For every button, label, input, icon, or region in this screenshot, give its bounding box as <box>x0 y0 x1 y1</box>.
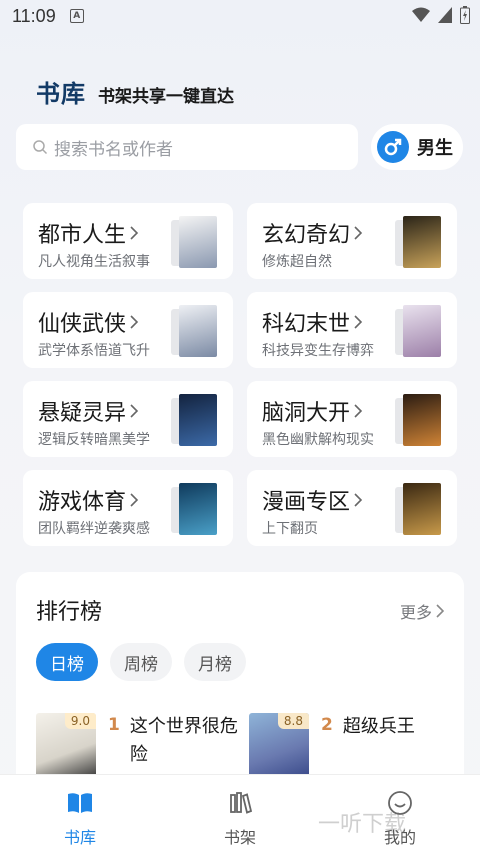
category-title: 科幻末世 <box>262 306 363 338</box>
chevron-right-icon <box>130 315 139 329</box>
category-cover <box>395 305 441 357</box>
category-title: 玄幻奇幻 <box>262 217 363 249</box>
wifi-icon <box>412 7 430 22</box>
search-placeholder: 搜索书名或作者 <box>54 139 173 160</box>
status-bar: 11:09 A <box>0 0 480 32</box>
book-title: 这个世界很危险 <box>129 716 238 765</box>
chevron-right-icon <box>130 493 139 507</box>
category-title: 都市人生 <box>38 217 139 249</box>
nav-label: 书架 <box>223 828 256 847</box>
category-cover <box>171 305 217 357</box>
category-cover <box>171 483 217 535</box>
category-card[interactable]: 仙侠武侠武学体系悟道飞升 <box>23 292 233 368</box>
book-rank-number: 1 <box>108 715 120 735</box>
book-rank-number: 2 <box>321 715 333 735</box>
category-title-text: 漫画专区 <box>262 490 351 515</box>
category-description: 逻辑反转暗黑美学 <box>38 432 150 448</box>
nav-item-library[interactable]: 书库 <box>0 775 160 854</box>
chevron-right-icon <box>354 493 363 507</box>
category-title-text: 科幻末世 <box>262 312 351 337</box>
category-card[interactable]: 都市人生凡人视角生活叙事 <box>23 203 233 279</box>
category-title-text: 脑洞大开 <box>262 401 351 426</box>
book-score: 9.0 <box>64 713 96 729</box>
book-cover <box>179 394 217 446</box>
category-description: 上下翻页 <box>262 521 318 537</box>
battery-icon <box>460 6 470 24</box>
category-title-text: 都市人生 <box>38 223 127 248</box>
page-subtitle: 书架共享一键直达 <box>98 87 234 107</box>
category-title-text: 游戏体育 <box>38 490 127 515</box>
category-cover <box>171 216 217 268</box>
search-input[interactable]: 搜索书名或作者 <box>16 124 358 170</box>
category-card[interactable]: 漫画专区 上下翻页 <box>247 470 457 546</box>
category-card[interactable]: 玄幻奇幻 修炼超自然 <box>247 203 457 279</box>
category-title: 脑洞大开 <box>262 395 363 427</box>
category-card[interactable]: 科幻末世科技异变生存博弈 <box>247 292 457 368</box>
book-cover <box>403 305 441 357</box>
tab-weekly[interactable]: 周榜 <box>110 643 172 681</box>
tab-daily[interactable]: 日榜 <box>36 643 98 681</box>
chevron-right-icon <box>354 315 363 329</box>
category-title-text: 仙侠武侠 <box>38 312 127 337</box>
category-title: 悬疑灵异 <box>38 395 139 427</box>
category-title-text: 玄幻奇幻 <box>262 223 351 248</box>
male-symbol-icon <box>377 131 409 163</box>
book-cover <box>403 216 441 268</box>
ranking-more-label: 更多 <box>399 603 432 622</box>
book-title: 超级兵王 <box>342 716 415 737</box>
book-cover <box>403 394 441 446</box>
ranking-title: 排行榜 <box>36 600 103 625</box>
nav-label: 书库 <box>63 828 96 847</box>
chevron-right-icon <box>436 604 444 618</box>
book-cover <box>179 305 217 357</box>
open-book-icon <box>68 793 92 813</box>
ranking-book-2[interactable]: 8.8 2 超级兵王 <box>249 713 453 777</box>
book-cover <box>179 216 217 268</box>
category-description: 黑色幽默解构现实 <box>262 432 374 448</box>
chevron-right-icon <box>130 226 139 240</box>
category-description: 科技异变生存博弈 <box>262 343 374 359</box>
ranking-book-1[interactable]: 9.0 1 这个世界很危险 <box>36 713 240 777</box>
category-cover <box>395 216 441 268</box>
category-title: 游戏体育 <box>38 484 139 516</box>
page-header: 书库 书架共享一键直达 <box>36 74 234 109</box>
bookshelf-icon <box>230 792 253 814</box>
category-description: 团队羁绊逆袭爽感 <box>38 521 150 537</box>
category-title: 仙侠武侠 <box>38 306 139 338</box>
chevron-right-icon <box>354 226 363 240</box>
nav-item-bookshelf[interactable]: 书架 <box>160 775 320 854</box>
status-time: 11:09 <box>12 5 56 26</box>
category-cover <box>395 483 441 535</box>
tab-monthly[interactable]: 月榜 <box>184 643 246 681</box>
book-cover <box>179 483 217 535</box>
category-title: 漫画专区 <box>262 484 363 516</box>
notification-icon: A <box>69 9 84 23</box>
status-icons <box>412 6 470 24</box>
chevron-right-icon <box>354 404 363 418</box>
gender-label: 男生 <box>417 138 453 159</box>
ranking-tabs: 日榜 周榜 月榜 <box>36 643 246 681</box>
bottom-navigation: 书库 书架 我的 <box>0 774 480 854</box>
category-title-text: 悬疑灵异 <box>38 401 127 426</box>
category-description: 武学体系悟道飞升 <box>38 343 150 359</box>
signal-icon <box>438 7 452 23</box>
category-description: 凡人视角生活叙事 <box>38 254 150 270</box>
book-score: 8.8 <box>277 713 309 729</box>
ranking-more-link[interactable]: 更多 <box>400 599 444 623</box>
category-description: 修炼超自然 <box>262 254 332 270</box>
watermark-text: 一听下载 <box>318 812 407 837</box>
gender-toggle-button[interactable]: 男生 <box>371 124 463 170</box>
category-card[interactable]: 脑洞大开黑色幽默解构现实 <box>247 381 457 457</box>
book-cover: 9.0 <box>36 713 96 777</box>
category-cover <box>171 394 217 446</box>
book-cover: 8.8 <box>249 713 309 777</box>
page-title: 书库 <box>36 80 86 108</box>
book-cover <box>403 483 441 535</box>
category-card[interactable]: 悬疑灵异逻辑反转暗黑美学 <box>23 381 233 457</box>
category-cover <box>395 394 441 446</box>
search-icon <box>33 140 48 155</box>
category-card[interactable]: 游戏体育团队羁绊逆袭爽感 <box>23 470 233 546</box>
chevron-right-icon <box>130 404 139 418</box>
watermark: 一听下载 <box>318 806 406 838</box>
